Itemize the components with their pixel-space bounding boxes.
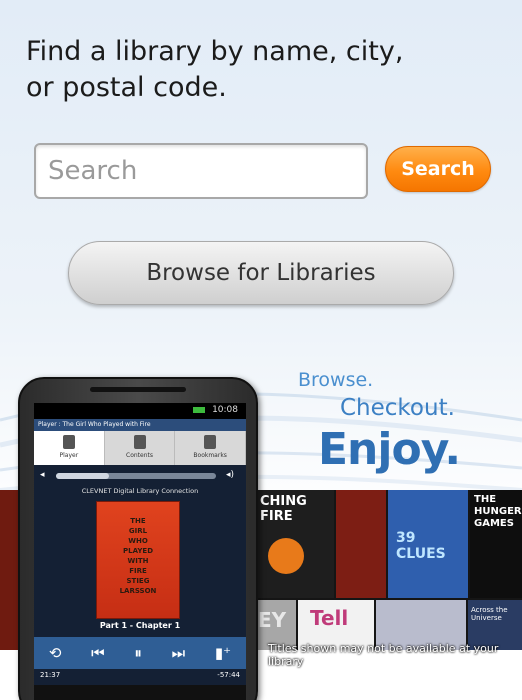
chapter-label: Part 1 - Chapter 1 — [34, 621, 246, 637]
tab-label: Bookmarks — [193, 452, 227, 459]
previous-icon: ⏮ — [91, 644, 105, 662]
elapsed-time: 21:37 — [40, 671, 61, 679]
cover-text: THE HUNGER GAMES — [474, 494, 522, 529]
cover-title-line: STIEG — [126, 577, 150, 585]
next-icon: ⏭ — [171, 644, 186, 662]
audiobook-cover: THE GIRL WHO PLAYED WITH FIRE STIEG LARSSON — [96, 501, 180, 619]
tab-label: Player — [59, 452, 79, 459]
cover-text: EY — [258, 608, 287, 632]
tab-label: Contents — [126, 452, 153, 459]
cover-title-line: THE — [130, 517, 146, 525]
search-input[interactable] — [34, 143, 368, 199]
status-time: 10:08 — [212, 405, 238, 415]
cover-title-line: WHO — [128, 537, 148, 545]
phone-speaker — [90, 387, 186, 392]
bookmark-add-icon: ▮⁺ — [214, 644, 232, 662]
playback-controls: ⟲ ⏮ ⏸ ⏭ ▮⁺ — [34, 637, 246, 669]
contents-icon — [133, 435, 146, 449]
instructions-line-2: or postal code. — [26, 72, 227, 103]
tagline-browse: Browse. — [298, 369, 374, 391]
volume-down-icon: ◂ — [40, 470, 45, 480]
cover-text: 39 CLUES — [396, 530, 446, 562]
cover-title-line: PLAYED — [123, 547, 153, 555]
tagline-enjoy: Enjoy. — [318, 424, 461, 475]
library-name: CLEVNET Digital Library Connection — [34, 487, 246, 501]
cover-text: Across the Universe — [471, 606, 508, 622]
status-bar: 10:08 — [34, 403, 246, 419]
phone-mockup: 10:08 Player : The Girl Who Played with … — [18, 377, 258, 700]
battery-icon — [193, 406, 206, 413]
volume-row: ◂ ◂) — [34, 465, 246, 487]
availability-disclaimer: Titles shown may not be available at you… — [268, 642, 499, 668]
page-instructions: Find a library by name, city, or postal … — [26, 34, 496, 106]
book-cover — [336, 490, 386, 598]
volume-fill — [56, 473, 109, 479]
cover-title-line: FIRE — [129, 567, 147, 575]
book-cover: CHING FIRE — [256, 490, 334, 598]
tab-player: Player — [34, 431, 105, 465]
book-cover: THE HUNGER GAMES — [470, 490, 522, 598]
phone-screen: 10:08 Player : The Girl Who Played with … — [34, 403, 246, 700]
cover-title-line: GIRL — [128, 527, 148, 535]
pause-icon: ⏸ — [134, 644, 142, 662]
instructions-line-1: Find a library by name, city, — [26, 36, 404, 67]
remaining-time: -57:44 — [217, 671, 240, 679]
book-cover — [0, 490, 20, 650]
cover-title-line: LARSSON — [119, 587, 157, 595]
tab-contents: Contents — [105, 431, 176, 465]
book-cover: 39 CLUES — [388, 490, 468, 598]
volume-slider — [56, 473, 216, 479]
bookmarks-icon — [204, 435, 217, 449]
cover-title-line: WITH — [127, 557, 149, 565]
player-icon — [62, 435, 75, 449]
cover-text: Tell — [310, 606, 349, 630]
mockingjay-emblem-icon — [268, 538, 304, 574]
volume-up-icon: ◂) — [226, 470, 235, 480]
tagline-checkout: Checkout. — [340, 395, 455, 421]
cover-text: CHING FIRE — [260, 494, 307, 524]
replay-icon: ⟲ — [48, 644, 62, 662]
book-area: THE GIRL WHO PLAYED WITH FIRE STIEG LARSSON — [34, 501, 246, 621]
tab-bookmarks: Bookmarks — [175, 431, 246, 465]
player-tabs: Player Contents Bookmarks — [34, 431, 246, 465]
time-readout: 21:37 -57:44 — [34, 669, 246, 685]
player-title-bar: Player : The Girl Who Played with Fire — [34, 419, 246, 431]
browse-libraries-button[interactable]: Browse for Libraries — [68, 241, 454, 305]
search-button[interactable]: Search — [385, 146, 491, 192]
promo-banner: Browse. Checkout. Enjoy. CHING FIRE 39 C… — [0, 350, 522, 700]
